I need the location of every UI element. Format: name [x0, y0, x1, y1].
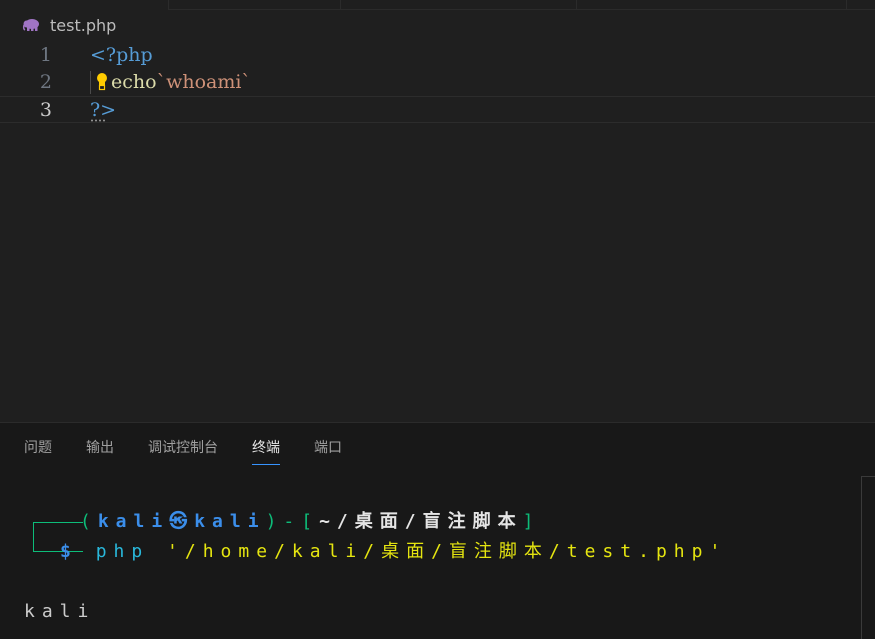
line-number: 3 — [39, 99, 52, 121]
terminal-scrollbar[interactable] — [861, 476, 875, 639]
code-line[interactable]: 1 <?php — [0, 42, 875, 69]
tab-debug-console[interactable]: 调试控制台 — [148, 439, 218, 465]
command-name: php — [95, 541, 150, 562]
breadcrumb[interactable]: test.php — [22, 14, 116, 36]
bottom-panel: 问题 输出 调试控制台 终端 端口 (kali㉿kali)-[~/桌面/盲注脚本… — [0, 422, 875, 639]
prompt-path: ~/桌面/盲注脚本 — [319, 511, 523, 532]
backtick-string: `whoami` — [156, 71, 251, 93]
line-number: 2 — [39, 71, 52, 93]
hint-dots-icon — [91, 119, 105, 122]
prompt-line-2: $ php '/home/kali/桌面/盲注脚本/test.php' — [60, 541, 727, 563]
breadcrumb-file[interactable]: test.php — [50, 16, 116, 35]
tab-ports[interactable]: 端口 — [314, 439, 342, 465]
panel-tabs: 问题 输出 调试控制台 终端 端口 — [24, 439, 376, 465]
prompt-open: ( — [80, 511, 98, 532]
echo-statement: echo`whoami` — [111, 69, 251, 96]
prompt-host: kali — [194, 511, 266, 532]
indent-guide — [90, 71, 91, 94]
terminal[interactable]: (kali㉿kali)-[~/桌面/盲注脚本] $ php '/home/kal… — [0, 473, 862, 639]
echo-keyword: echo — [111, 71, 157, 93]
line-number: 1 — [39, 44, 52, 66]
prompt-at-symbol: ㉿ — [169, 511, 195, 532]
php-open-tag: <?php — [90, 44, 153, 66]
prompt-user: kali — [97, 511, 170, 532]
prompt-line-1: (kali㉿kali)-[~/桌面/盲注脚本] — [80, 511, 540, 533]
php-elephant-icon — [22, 18, 41, 32]
tab-terminal[interactable]: 终端 — [252, 439, 280, 465]
command-output: kali — [24, 601, 96, 622]
editor-tab-strip — [0, 0, 875, 10]
tab-problems[interactable]: 问题 — [24, 439, 52, 465]
lightbulb-icon[interactable] — [96, 72, 108, 92]
prompt-dollar: $ — [60, 541, 78, 562]
code-editor[interactable]: 1 <?php 2 echo`whoami` 3 ?> — [0, 40, 875, 422]
code-line[interactable]: 2 echo`whoami` — [0, 69, 875, 96]
command-argument: '/home/kali/桌面/盲注脚本/test.php' — [167, 541, 728, 562]
prompt-mid: )-[ — [265, 511, 320, 532]
tab-strip-border — [168, 9, 875, 10]
code-line-current[interactable]: 3 ?> — [0, 96, 875, 123]
prompt-close: ] — [522, 511, 541, 532]
tab-output[interactable]: 输出 — [86, 439, 114, 465]
